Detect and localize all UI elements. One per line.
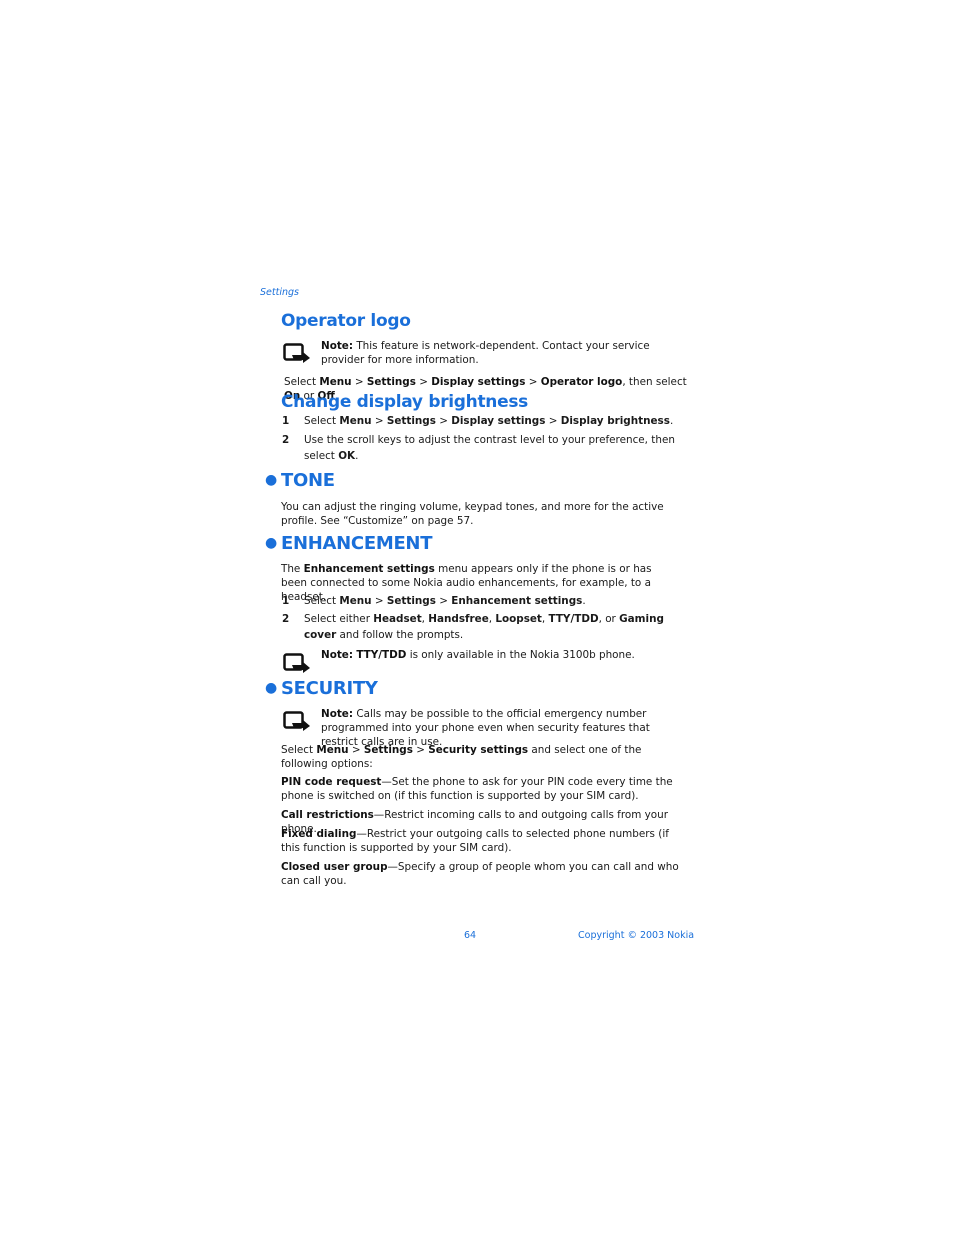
text: >: [351, 376, 367, 388]
tone-body: You can adjust the ringing volume, keypa…: [281, 501, 664, 527]
text: , then select: [622, 376, 687, 388]
option-term: PIN code request: [281, 776, 382, 788]
note-text: is only available in the Nokia 3100b pho…: [406, 649, 635, 661]
text: >: [371, 415, 387, 427]
section-title: SECURITY: [281, 678, 378, 699]
menu-path-item: Display settings: [431, 376, 526, 388]
section-title: ENHANCEMENT: [281, 533, 433, 554]
note-label: Note:: [321, 649, 354, 661]
text: >: [525, 376, 541, 388]
text: The: [281, 563, 304, 575]
menu-path-item: Settings: [386, 595, 436, 607]
security-option-pin-code-request: PIN code request—Set the phone to ask fo…: [281, 775, 683, 803]
bullet-icon: ●: [265, 535, 277, 551]
copyright: Copyright © 2003 Nokia: [578, 930, 695, 941]
text: ,: [541, 613, 549, 625]
text: >: [412, 744, 429, 756]
option-item: Headset: [373, 613, 422, 625]
menu-path-item: Settings: [366, 376, 416, 388]
step-number: 2: [282, 434, 290, 446]
menu-path-item: Menu: [316, 744, 349, 756]
menu-path-item: Menu: [319, 376, 352, 388]
tone-heading: ● TONE: [265, 470, 335, 491]
menu-path-item: Display brightness: [560, 415, 670, 427]
menu-path-item: Settings: [386, 415, 436, 427]
step-number: 1: [282, 415, 290, 427]
section-title: TONE: [281, 470, 335, 491]
text: >: [545, 415, 561, 427]
note-icon: [283, 343, 310, 363]
note-icon: [283, 711, 310, 731]
text: .: [669, 415, 674, 427]
text: .: [355, 449, 359, 462]
operator-logo-note: Note: This feature is network-dependent.…: [321, 339, 683, 367]
security-intro: Select Menu > Settings > Security settin…: [281, 743, 681, 771]
note-text: Calls may be possible to the official em…: [321, 708, 650, 748]
text: Select: [284, 376, 320, 388]
option-term: Closed user group: [281, 861, 388, 873]
menu-path-item: Settings: [363, 744, 413, 756]
option-item: TTY/TDD: [548, 613, 599, 625]
text: >: [435, 415, 452, 427]
text: .: [582, 595, 586, 607]
text: Select: [281, 744, 317, 756]
step-number: 2: [282, 613, 290, 625]
security-heading: ● SECURITY: [265, 678, 378, 699]
option-term: Call restrictions: [281, 809, 374, 821]
option-item: Handsfree: [428, 613, 489, 625]
option-term: Fixed dialing: [281, 828, 357, 840]
display-brightness-heading: Change display brightness: [281, 392, 528, 412]
menu-path-item: Display settings: [451, 415, 546, 427]
menu-path-item: Security settings: [428, 744, 529, 756]
note-label: Note:: [321, 340, 354, 352]
text: >: [371, 595, 387, 607]
menu-path-item: Menu: [339, 595, 372, 607]
menu-path-item: Enhancement settings: [451, 595, 583, 607]
operator-logo-heading: Operator logo: [281, 311, 411, 331]
option-item: TTY/TDD: [356, 649, 407, 661]
bullet-icon: ●: [265, 472, 277, 488]
bullet-icon: ●: [265, 680, 277, 696]
text: >: [348, 744, 364, 756]
menu-name: Enhancement settings: [303, 563, 435, 575]
text: Select: [304, 415, 340, 427]
note-text: This feature is network-dependent. Conta…: [321, 340, 650, 366]
ok-key: OK: [338, 449, 356, 462]
page-number: 64: [464, 930, 477, 941]
note-label: Note:: [321, 708, 354, 720]
text: Select either: [304, 613, 374, 625]
enhancement-heading: ● ENHANCEMENT: [265, 533, 432, 554]
enhancement-note: Note: TTY/TDD is only available in the N…: [321, 648, 683, 662]
text: and follow the prompts.: [336, 628, 464, 641]
option-item: Loopset: [495, 613, 542, 625]
step-number: 1: [282, 595, 290, 607]
security-option-fixed-dialing: Fixed dialing—Restrict your outgoing cal…: [281, 827, 671, 855]
text: >: [435, 595, 452, 607]
menu-path-item: Menu: [339, 415, 372, 427]
text: Select: [304, 595, 340, 607]
security-option-closed-user-group: Closed user group—Specify a group of peo…: [281, 860, 683, 888]
text: , or: [598, 613, 620, 625]
running-header: Settings: [260, 287, 299, 298]
text: >: [415, 376, 432, 388]
text: Use the scroll keys to adjust the contra…: [304, 434, 675, 462]
menu-path-item: Operator logo: [540, 376, 623, 388]
note-icon: [283, 653, 310, 673]
